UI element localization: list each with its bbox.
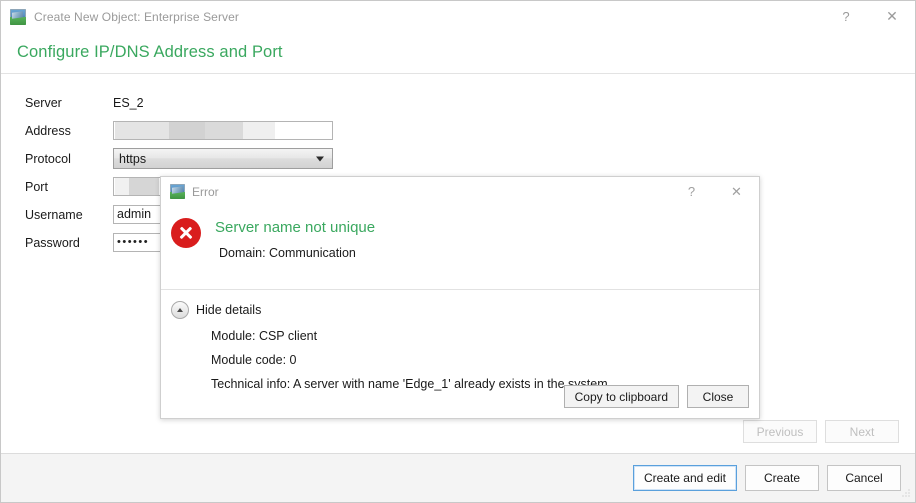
cancel-button[interactable]: Cancel [827,465,901,491]
error-details-area: Hide details Module: CSP client Module c… [161,290,759,418]
error-subtitle: Domain: Communication [219,246,356,260]
next-button[interactable]: Next [825,420,899,443]
label-address: Address [25,123,71,138]
error-dialog-window-controls: ? ✕ [669,177,759,206]
form-row-address: Address [1,118,915,143]
value-server: ES_2 [113,95,144,110]
dialog-footer: Create and edit Create Cancel [1,453,915,502]
copy-to-clipboard-button[interactable]: Copy to clipboard [563,385,679,408]
error-dialog: Error ? ✕ Server name not unique Domain:… [160,176,760,419]
window-title-bar: Create New Object: Enterprise Server ? ✕ [1,1,915,32]
window-title: Create New Object: Enterprise Server [34,9,240,24]
error-heading: Server name not unique [215,219,376,236]
protocol-select[interactable]: https [113,148,333,169]
create-and-edit-button[interactable]: Create and edit [632,465,737,491]
error-text-block: Server name not unique Domain: Communica… [215,216,375,260]
label-server: Server [25,95,62,110]
protocol-value: https [119,151,147,166]
error-dialog-title: Error [192,184,219,199]
label-port: Port [25,179,48,194]
resize-grip[interactable] [902,489,912,499]
help-icon[interactable]: ? [669,177,714,206]
window-controls: ? ✕ [823,1,915,32]
help-icon[interactable]: ? [823,1,869,32]
hide-details-label: Hide details [196,303,262,317]
error-dialog-buttons: Copy to clipboard Close [563,385,749,408]
error-circle-x-icon [171,218,201,248]
label-username: Username [25,207,83,222]
close-button[interactable]: Close [687,385,749,408]
chevron-down-icon [316,156,324,161]
page-title: Configure IP/DNS Address and Port [17,43,283,61]
app-icon [10,8,26,25]
page-header: Configure IP/DNS Address and Port [1,32,915,74]
address-input[interactable] [113,121,333,140]
address-redaction [115,122,320,139]
create-button[interactable]: Create [745,465,819,491]
detail-module: Module: CSP client [211,329,318,343]
form-row-server: Server ES_2 [1,90,915,115]
previous-button[interactable]: Previous [743,420,817,443]
close-icon[interactable]: ✕ [869,1,915,32]
error-message-area: Server name not unique Domain: Communica… [161,206,759,289]
close-icon[interactable]: ✕ [714,177,759,206]
label-protocol: Protocol [25,151,71,166]
app-icon [170,184,185,199]
label-password: Password [25,235,80,250]
error-dialog-title-bar: Error ? ✕ [161,177,759,206]
form-row-protocol: Protocol https [1,146,915,171]
wizard-nav: Previous Next [743,420,899,443]
detail-module-code: Module code: 0 [211,353,297,367]
hide-details-toggle[interactable]: Hide details [171,301,759,319]
chevron-up-icon [171,301,189,319]
